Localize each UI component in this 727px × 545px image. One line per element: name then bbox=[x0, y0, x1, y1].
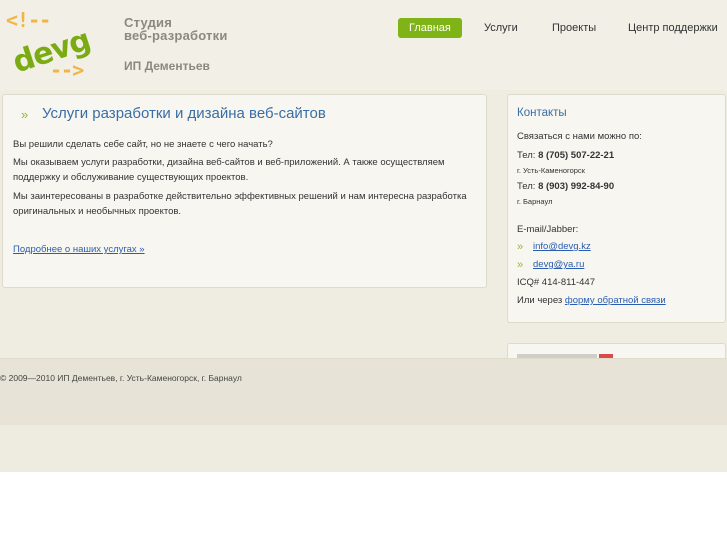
contacts-panel: Контакты Связаться с нами можно по: Тел:… bbox=[507, 94, 726, 323]
footer-band bbox=[0, 358, 727, 425]
phone-2-label: Тел: bbox=[517, 181, 536, 192]
logo[interactable]: <!-- devg --> bbox=[6, 8, 98, 82]
services-paragraph-2-line2: поддержку и обслуживание существующих пр… bbox=[13, 172, 249, 183]
services-paragraph-1: Вы решили сделать себе сайт, но не знает… bbox=[13, 139, 273, 150]
bullet-icon: » bbox=[517, 241, 524, 253]
contacts-title: Контакты bbox=[517, 107, 567, 119]
icq-number: ICQ# 414-811-447 bbox=[517, 277, 595, 288]
phone-2-number: 8 (903) 992-84-90 bbox=[538, 181, 615, 192]
phone-1-label: Тел: bbox=[517, 150, 536, 161]
feedback-prefix: Или через bbox=[517, 295, 563, 306]
email-label: E-mail/Jabber: bbox=[517, 224, 579, 235]
phone-1-number: 8 (705) 507-22-21 bbox=[538, 150, 615, 161]
phone-2: Тел: 8 (903) 992-84-90 bbox=[517, 181, 614, 192]
phone-1-city: г. Усть-Каменогорск bbox=[517, 166, 585, 175]
email-2[interactable]: devg@ya.ru bbox=[533, 259, 584, 270]
phone-1: Тел: 8 (705) 507-22-21 bbox=[517, 150, 614, 161]
logo-bracket-open: <!-- bbox=[6, 8, 51, 32]
services-panel: » Услуги разработки и дизайна веб-сайтов… bbox=[2, 94, 487, 288]
contacts-intro: Связаться с нами можно по: bbox=[517, 131, 642, 142]
footer-lower-band bbox=[0, 425, 727, 472]
feedback-line: Или через форму обратной связи bbox=[517, 295, 666, 306]
tagline-line2: веб-разработки bbox=[124, 28, 228, 43]
logo-bracket-close: --> bbox=[50, 58, 84, 82]
email-2-link[interactable]: devg@ya.ru bbox=[533, 259, 584, 270]
email-1-link[interactable]: info@devg.kz bbox=[533, 241, 591, 252]
nav-item-support[interactable]: Центр поддержки bbox=[628, 18, 718, 38]
footer-copyright: © 2009—2010 ИП Дементьев, г. Усть-Камено… bbox=[0, 373, 242, 383]
services-paragraph-2-line1: Мы оказываем услуги разработки, дизайна … bbox=[13, 157, 445, 168]
nav-item-services[interactable]: Услуги bbox=[484, 18, 518, 38]
email-1[interactable]: info@devg.kz bbox=[533, 241, 591, 252]
panel-divider bbox=[517, 354, 597, 358]
bullet-icon: » bbox=[517, 259, 524, 271]
phone-2-city: г. Барнаул bbox=[517, 197, 553, 206]
nav-item-projects[interactable]: Проекты bbox=[552, 18, 596, 38]
title-bullet-icon: » bbox=[21, 107, 29, 122]
services-paragraph-3-line1: Мы заинтересованы в разработке действите… bbox=[13, 191, 467, 202]
nav-item-home[interactable]: Главная bbox=[398, 18, 462, 38]
secondary-panel bbox=[507, 343, 726, 358]
feedback-form-link[interactable]: форму обратной связи bbox=[565, 295, 666, 306]
owner-name: ИП Дементьев bbox=[124, 59, 210, 73]
services-title: Услуги разработки и дизайна веб-сайтов bbox=[42, 105, 326, 122]
panel-accent bbox=[599, 354, 613, 358]
page: <!-- devg --> Студия веб-разработки ИП Д… bbox=[0, 0, 727, 545]
services-more-link[interactable]: Подробнее о наших услугах » bbox=[13, 244, 145, 255]
services-paragraph-3-line2: оригинальных и необычных проектов. bbox=[13, 206, 182, 217]
site-tagline: Студия веб-разработки bbox=[124, 16, 228, 42]
